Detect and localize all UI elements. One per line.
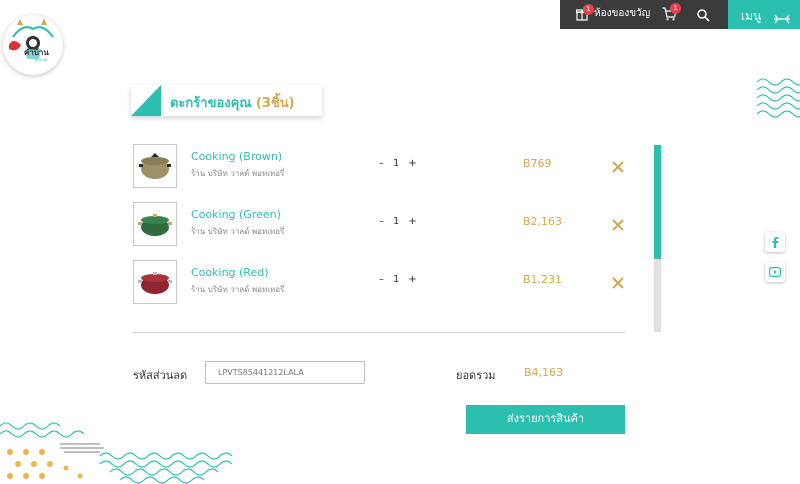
discount-code-input[interactable]: LPVTS85441212LALA <box>205 361 365 384</box>
total-value: B4,163 <box>524 366 564 379</box>
menu-button[interactable]: เมนู <box>728 0 800 29</box>
search-button[interactable] <box>697 7 710 26</box>
decorative-pattern-icon <box>0 422 233 484</box>
scrollbar-thumb[interactable] <box>654 145 661 259</box>
qty-minus-button[interactable]: – <box>379 274 384 285</box>
cart-item: Cooking (Brown) ร้าน บริษัท วาลด์ พอทเทอ… <box>133 144 633 190</box>
checkout-button[interactable]: ส่งรายการสินค้า <box>466 405 625 434</box>
qty-value: 1 <box>393 158 400 169</box>
facebook-icon <box>772 237 779 248</box>
product-shop: ร้าน บริษัท วาลด์ พอทเทอรี่ <box>191 285 285 294</box>
wave-pattern-icon <box>757 78 800 118</box>
cart-scrollbar[interactable] <box>654 145 661 332</box>
logo-emblem-icon <box>9 18 54 59</box>
qty-value: 1 <box>393 216 400 227</box>
gift-icon: 1 <box>575 3 594 21</box>
search-icon <box>697 7 710 26</box>
menu-label: เมนู <box>741 9 762 23</box>
pot-image <box>138 214 172 236</box>
product-price: B769 <box>523 157 552 170</box>
youtube-icon <box>769 267 781 277</box>
cart-badge: 1 <box>670 3 681 14</box>
qty-plus-button[interactable]: + <box>408 274 416 285</box>
qty-minus-button[interactable]: – <box>379 158 384 169</box>
logo-subtext: ฮูกกลด <box>35 57 48 62</box>
pot-image <box>139 153 171 179</box>
product-name[interactable]: Cooking (Brown) <box>191 150 282 163</box>
gift-room-label: ห้องของขวัญ <box>594 8 651 19</box>
product-thumbnail[interactable] <box>133 260 177 304</box>
product-thumbnail[interactable] <box>133 144 177 188</box>
product-price: B2,163 <box>523 215 563 228</box>
qty-plus-button[interactable]: + <box>408 216 416 227</box>
top-bar: 1 ห้องของขวัญ 1 เมนู <box>560 0 800 29</box>
quantity-stepper: – 1 + <box>379 274 417 285</box>
qty-minus-button[interactable]: – <box>379 216 384 227</box>
title-accent-icon <box>131 85 161 116</box>
product-thumbnail[interactable] <box>133 202 177 246</box>
gift-badge: 1 <box>583 3 594 15</box>
cart-item: Cooking (Green) ร้าน บริษัท วาลด์ พอทเทอ… <box>133 202 633 248</box>
quantity-stepper: – 1 + <box>379 216 417 227</box>
top-bar-actions: 1 ห้องของขวัญ 1 <box>560 0 728 29</box>
product-name[interactable]: Cooking (Green) <box>191 208 281 221</box>
site-logo[interactable]: คำบ้าน ฮูกกลด <box>3 15 63 75</box>
youtube-button[interactable] <box>765 262 785 282</box>
product-price: B1,231 <box>523 273 563 286</box>
discount-label: รหัสส่วนลด <box>133 369 188 382</box>
qty-plus-button[interactable]: + <box>408 158 416 169</box>
qty-value: 1 <box>393 274 400 285</box>
divider <box>133 332 625 333</box>
cart-item: Cooking (Red) ร้าน บริษัท วาลด์ พอทเทอรี… <box>133 260 633 306</box>
product-shop: ร้าน บริษัท วาลด์ พอทเทอรี่ <box>191 169 285 178</box>
menu-icon <box>774 9 790 28</box>
total-label: ยอดรวม <box>456 369 496 382</box>
close-icon[interactable] <box>611 160 625 174</box>
cart-title-box: ตะกร้าของคุณ (3ชิ้น) <box>131 85 322 116</box>
cart-title-label: ตะกร้าของคุณ <box>170 96 252 111</box>
product-name[interactable]: Cooking (Red) <box>191 266 269 279</box>
facebook-button[interactable] <box>765 232 785 252</box>
gift-room-button[interactable]: 1 ห้องของขวัญ <box>575 3 651 21</box>
pot-image <box>138 272 172 294</box>
cart-button[interactable]: 1 <box>662 3 681 22</box>
cart-item-count: (3ชิ้น) <box>255 96 295 111</box>
product-shop: ร้าน บริษัท วาลด์ พอทเทอรี่ <box>191 227 285 236</box>
close-icon[interactable] <box>611 276 625 290</box>
quantity-stepper: – 1 + <box>379 158 417 169</box>
close-icon[interactable] <box>611 218 625 232</box>
cart-title: ตะกร้าของคุณ (3ชิ้น) <box>170 92 295 113</box>
